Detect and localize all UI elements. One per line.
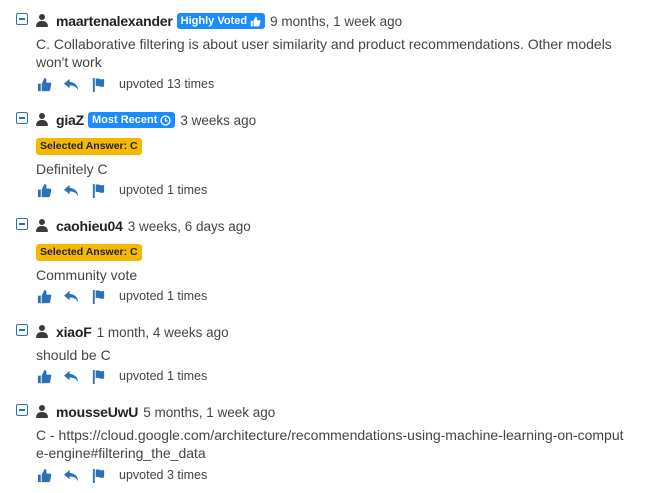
comment-item: xiaoF 1 month, 4 weeks ago should be C u… xyxy=(16,323,646,385)
comment-header: maartenalexander Highly Voted 9 months, … xyxy=(36,12,402,30)
reply-icon xyxy=(63,370,78,382)
flag-icon xyxy=(92,369,104,384)
collapse-icon[interactable] xyxy=(16,404,28,416)
flag-button[interactable] xyxy=(90,182,106,198)
comment-actions: upvoted 3 times xyxy=(36,467,207,483)
reply-button[interactable] xyxy=(63,467,79,483)
selected-answer-badge: Selected Answer: C xyxy=(36,138,142,155)
comment-text: should be C xyxy=(36,347,111,363)
upvote-button[interactable] xyxy=(36,467,52,483)
selected-answer-badge: Selected Answer: C xyxy=(36,244,142,261)
flag-button[interactable] xyxy=(90,467,106,483)
badge-label: Highly Voted xyxy=(180,15,248,27)
comment-item: mousseUwU 5 months, 1 week ago C - https… xyxy=(16,403,646,488)
comment-actions: upvoted 1 times xyxy=(36,368,207,384)
comment-time: 3 weeks, 6 days ago xyxy=(127,218,251,234)
comment-text: Community vote xyxy=(36,267,138,283)
comment-actions: upvoted 1 times xyxy=(36,182,207,198)
comment-time: 1 month, 4 weeks ago xyxy=(96,324,229,340)
upvote-count: upvoted 1 times xyxy=(119,183,208,197)
flag-button[interactable] xyxy=(90,288,106,304)
thumbs-up-icon xyxy=(37,468,51,482)
comment-time: 3 weeks ago xyxy=(180,112,257,128)
thumbs-up-icon xyxy=(37,289,51,303)
username[interactable]: caohieu04 xyxy=(56,218,123,234)
reply-button[interactable] xyxy=(63,182,79,198)
reply-button[interactable] xyxy=(63,368,79,384)
comment-header: caohieu04 3 weeks, 6 days ago xyxy=(36,217,251,235)
upvote-button[interactable] xyxy=(36,76,52,92)
username[interactable]: maartenalexander xyxy=(56,13,173,29)
comment-header: mousseUwU 5 months, 1 week ago xyxy=(36,403,275,421)
username[interactable]: xiaoF xyxy=(56,324,92,340)
reply-icon xyxy=(63,290,78,302)
clock-icon xyxy=(160,114,172,126)
badge-label: Most Recent xyxy=(91,114,158,126)
comment-time: 5 months, 1 week ago xyxy=(143,404,276,420)
reply-icon xyxy=(63,184,78,196)
user-icon xyxy=(36,405,48,419)
reply-icon xyxy=(63,78,78,90)
comment-header: giaZ Most Recent 3 weeks ago xyxy=(36,111,256,129)
thumbs-up-icon xyxy=(37,183,51,197)
upvote-count: upvoted 3 times xyxy=(119,468,208,482)
upvote-count: upvoted 13 times xyxy=(119,77,215,91)
reply-button[interactable] xyxy=(63,76,79,92)
thumbs-up-icon xyxy=(37,369,51,383)
collapse-icon[interactable] xyxy=(16,324,28,336)
flag-button[interactable] xyxy=(90,76,106,92)
thumbs-up-icon xyxy=(250,16,261,26)
user-icon xyxy=(36,14,48,28)
flag-icon xyxy=(92,468,104,483)
comment-item: maartenalexander Highly Voted 9 months, … xyxy=(16,12,646,97)
collapse-icon[interactable] xyxy=(16,218,28,230)
flag-button[interactable] xyxy=(90,368,106,384)
flag-icon xyxy=(92,77,104,92)
collapse-icon[interactable] xyxy=(16,112,28,124)
upvote-button[interactable] xyxy=(36,288,52,304)
thumbs-up-icon xyxy=(37,77,51,91)
user-icon xyxy=(36,219,48,233)
upvote-button[interactable] xyxy=(36,182,52,198)
comment-actions: upvoted 1 times xyxy=(36,288,207,304)
comment-text: C. Collaborative filtering is about user… xyxy=(36,36,612,70)
user-icon xyxy=(36,113,48,127)
user-icon xyxy=(36,325,48,339)
collapse-icon[interactable] xyxy=(16,13,28,25)
comment-header: xiaoF 1 month, 4 weeks ago xyxy=(36,323,229,341)
comment-time: 9 months, 1 week ago xyxy=(270,13,403,29)
reply-button[interactable] xyxy=(63,288,79,304)
upvote-count: upvoted 1 times xyxy=(119,369,208,383)
comment-item: giaZ Most Recent 3 weeks ago Selected An… xyxy=(16,111,646,199)
flag-icon xyxy=(92,289,104,304)
reply-icon xyxy=(63,469,78,481)
comment-text: Definitely C xyxy=(36,161,108,177)
upvote-button[interactable] xyxy=(36,368,52,384)
username[interactable]: giaZ xyxy=(56,112,84,128)
comment-item: caohieu04 3 weeks, 6 days ago Selected A… xyxy=(16,217,646,305)
comment-actions: upvoted 13 times xyxy=(36,76,214,92)
flag-icon xyxy=(92,183,104,198)
highly-voted-badge: Highly Voted xyxy=(176,13,266,29)
username[interactable]: mousseUwU xyxy=(56,404,138,420)
most-recent-badge: Most Recent xyxy=(87,112,176,128)
upvote-count: upvoted 1 times xyxy=(119,289,208,303)
comment-text: C - https://cloud.google.com/architectur… xyxy=(36,427,624,461)
